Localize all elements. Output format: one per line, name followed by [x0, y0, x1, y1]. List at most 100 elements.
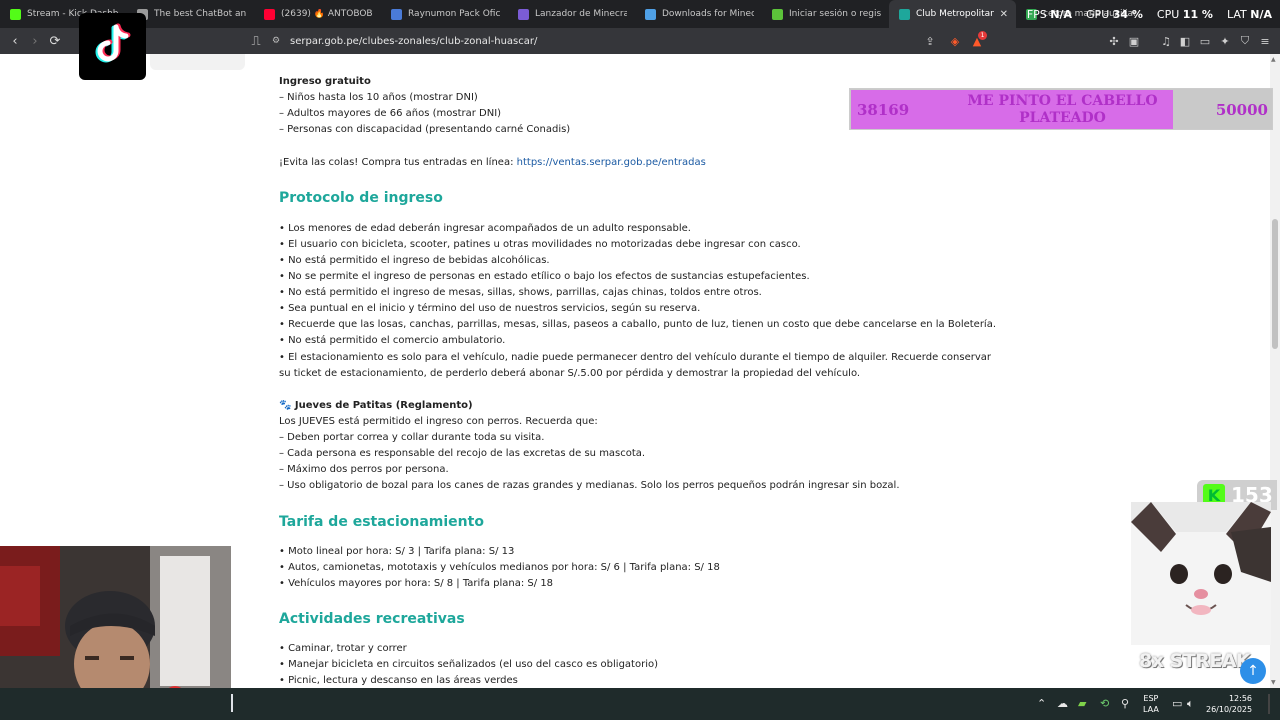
browser-toolbar: ‹ › ⟳ ⎍ ⚙ serpar.gob.pe/clubes-zonales/c… [0, 28, 1280, 54]
taskbar-divider [231, 694, 233, 712]
lang-top: ESP [1143, 694, 1159, 703]
parking-heading: Tarifa de estacionamiento [279, 514, 484, 530]
page-scrollbar[interactable]: ▲ ▼ [1270, 54, 1280, 688]
tickets-link[interactable]: https://ventas.serpar.gob.pe/entradas [517, 157, 706, 168]
tab-favicon-icon [264, 8, 275, 20]
tab-label: Raynumon Pack Oficial 7.7 [408, 9, 500, 19]
list-item: • Los menores de edad deberán ingresar a… [279, 223, 691, 234]
performance-overlay: FPS N/A GPU 34 % CPU 11 % LAT N/A [1027, 8, 1272, 21]
list-item: • Vehículos mayores por hora: S/ 8 | Tar… [279, 578, 554, 589]
tab-close-icon[interactable]: ✕ [1000, 9, 1008, 20]
browser-tab[interactable]: Iniciar sesión o registrarse [762, 0, 889, 28]
browser-tab[interactable]: Raynumon Pack Oficial 7.7 [381, 0, 508, 28]
wallet-icon[interactable]: ▭ [1197, 33, 1213, 49]
list-item: • Moto lineal por hora: S/ 3 | Tarifa pl… [279, 546, 515, 557]
activities-heading: Actividades recreativas [279, 611, 465, 627]
tab-label: Iniciar sesión o registrarse [789, 9, 881, 19]
share-icon[interactable]: ⇪ [922, 33, 938, 49]
microphone-icon[interactable]: ⚲ [1121, 697, 1129, 710]
goal-current: 38169 [857, 101, 910, 119]
gpu-value: 34 % [1112, 8, 1143, 21]
list-item: – Personas con discapacidad (presentando… [279, 124, 571, 135]
list-item: • No está permitido el ingreso de bebida… [279, 255, 550, 266]
system-clock[interactable]: 12:56 26/10/2025 [1206, 693, 1252, 715]
lat-value: N/A [1250, 8, 1272, 21]
list-item: • El usuario con bicicleta, scooter, pat… [279, 239, 801, 250]
tab-label: The best ChatBot and Wid [154, 9, 246, 19]
scrollbar-thumb[interactable] [1272, 219, 1278, 349]
tab-favicon-icon [518, 8, 529, 20]
tab-label: Club Metropolitano H [916, 9, 994, 19]
browser-tab[interactable]: (2639) 🔥 ANTOBOB quien [254, 0, 381, 28]
list-item: • Autos, camionetas, mototaxis y vehícul… [279, 562, 720, 573]
leo-ai-icon[interactable]: ✦ [1217, 33, 1233, 49]
onedrive-icon[interactable]: ☁ [1057, 697, 1068, 710]
cpu-label: CPU [1156, 8, 1180, 21]
tab-favicon-icon [10, 8, 21, 20]
list-item: – Máximo dos perros por persona. [279, 464, 449, 475]
tab-label: (2639) 🔥 ANTOBOB quien [281, 9, 373, 19]
tab-favicon-icon [391, 8, 402, 20]
nvidia-icon[interactable]: ▰ [1078, 697, 1086, 710]
fps-value: N/A [1050, 8, 1073, 21]
show-hidden-icons-icon[interactable]: ⌃ [1037, 697, 1046, 710]
gpu-label: GPU [1086, 8, 1110, 21]
extensions-icon[interactable]: ✣ [1106, 33, 1122, 49]
tiktok-logo [79, 13, 146, 80]
scroll-up-icon[interactable]: ▲ [1271, 56, 1276, 63]
list-item: – Uso obligatorio de bozal para los cane… [279, 480, 900, 491]
cat-illustration [1131, 502, 1271, 645]
lang-bottom: LAA [1143, 705, 1159, 714]
pets-heading: 🐾 Jueves de Patitas (Reglamento) [279, 400, 473, 411]
tab-label: Downloads for Minecraft f [662, 9, 754, 19]
goal-title: ME PINTO EL CABELLO PLATEADO [967, 93, 1158, 126]
scroll-down-icon[interactable]: ▼ [1271, 679, 1276, 686]
site-info-icon[interactable]: ⚙ [272, 36, 282, 46]
tiktok-note-icon [95, 23, 131, 63]
cat-image [1131, 502, 1271, 645]
browser-tab[interactable]: Club Metropolitano H ✕ [889, 0, 1016, 28]
vpn-icon[interactable]: ⛉ [1237, 33, 1253, 49]
volume-icon[interactable]: 🔈︎ [1187, 697, 1194, 711]
scroll-to-top-icon[interactable]: ↑ [1240, 658, 1266, 684]
taskbar: ⌃ ☁ ▰ ⟲ ⚲ ESP LAA ▭ 🔈︎ 12:56 26/10/2025 [0, 688, 1280, 720]
sidebar-icon[interactable]: ◧ [1177, 33, 1193, 49]
list-item: • No está permitido el comercio ambulato… [279, 335, 506, 346]
fps-label: FPS [1026, 8, 1047, 21]
queue-text: ¡Evita las colas! Compra tus entradas en… [279, 157, 517, 168]
cpu-value: 11 % [1182, 8, 1213, 21]
list-item: • No se permite el ingreso de personas e… [279, 271, 810, 282]
tab-favicon-icon [772, 8, 783, 20]
pets-intro: Los JUEVES está permitido el ingreso con… [279, 416, 598, 427]
forward-icon[interactable]: › [25, 31, 45, 51]
browser-tab[interactable]: Lanzador de Minecraft | Sit [508, 0, 635, 28]
list-item: – Niños hasta los 10 años (mostrar DNI) [279, 92, 478, 103]
media-icon[interactable]: ♫ [1158, 33, 1174, 49]
parking-rule-paragraph: • El estacionamiento es solo para el veh… [279, 352, 991, 379]
bookmark-icon[interactable]: ⎍ [246, 31, 266, 51]
tab-favicon-icon [899, 8, 910, 20]
donation-goal-bar: 38169 ME PINTO EL CABELLO PLATEADO 50000 [849, 88, 1273, 130]
goal-target: 50000 [1215, 101, 1268, 119]
reload-icon[interactable]: ⟳ [45, 31, 65, 51]
xbox-icon[interactable]: ⟲ [1100, 697, 1109, 710]
address-bar[interactable]: ⚙ serpar.gob.pe/clubes-zonales/club-zona… [272, 30, 992, 52]
screenshot-icon[interactable]: ▣ [1126, 33, 1142, 49]
list-item: • Caminar, trotar y correr [279, 643, 407, 654]
show-desktop-button[interactable] [1268, 694, 1270, 714]
tab-favicon-icon [645, 8, 656, 20]
menu-icon[interactable]: ≡ [1257, 33, 1273, 49]
browser-tab[interactable]: The best ChatBot and Wid [127, 0, 254, 28]
queue-notice: ¡Evita las colas! Compra tus entradas en… [279, 157, 706, 168]
lat-label: LAT [1226, 8, 1247, 21]
network-icon[interactable]: ▭ [1172, 697, 1182, 710]
list-item: – Adultos mayores de 66 años (mostrar DN… [279, 108, 502, 119]
input-language[interactable]: ESP LAA [1143, 693, 1159, 715]
tab-label: Lanzador de Minecraft | Sit [535, 9, 627, 19]
browser-tab[interactable]: Downloads for Minecraft f [635, 0, 762, 28]
url-text: serpar.gob.pe/clubes-zonales/club-zonal-… [290, 35, 538, 47]
protocol-heading: Protocolo de ingreso [279, 190, 443, 206]
list-item: • Recuerde que las losas, canchas, parri… [279, 319, 997, 330]
brave-shields-icon[interactable]: ◈ [947, 33, 963, 49]
back-icon[interactable]: ‹ [5, 31, 25, 51]
